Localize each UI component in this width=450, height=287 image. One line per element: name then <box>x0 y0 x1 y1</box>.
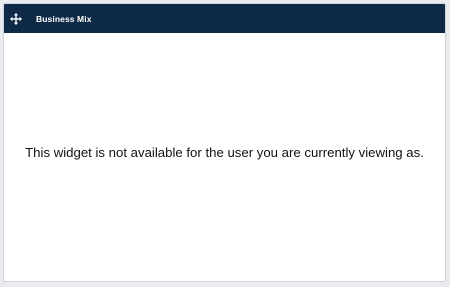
widget-body: This widget is not available for the use… <box>4 33 445 281</box>
unavailable-message: This widget is not available for the use… <box>25 144 424 160</box>
business-mix-widget: Business Mix This widget is not availabl… <box>3 3 446 282</box>
move-icon[interactable] <box>10 12 22 25</box>
widget-title: Business Mix <box>36 13 92 24</box>
widget-header: Business Mix <box>4 4 445 33</box>
